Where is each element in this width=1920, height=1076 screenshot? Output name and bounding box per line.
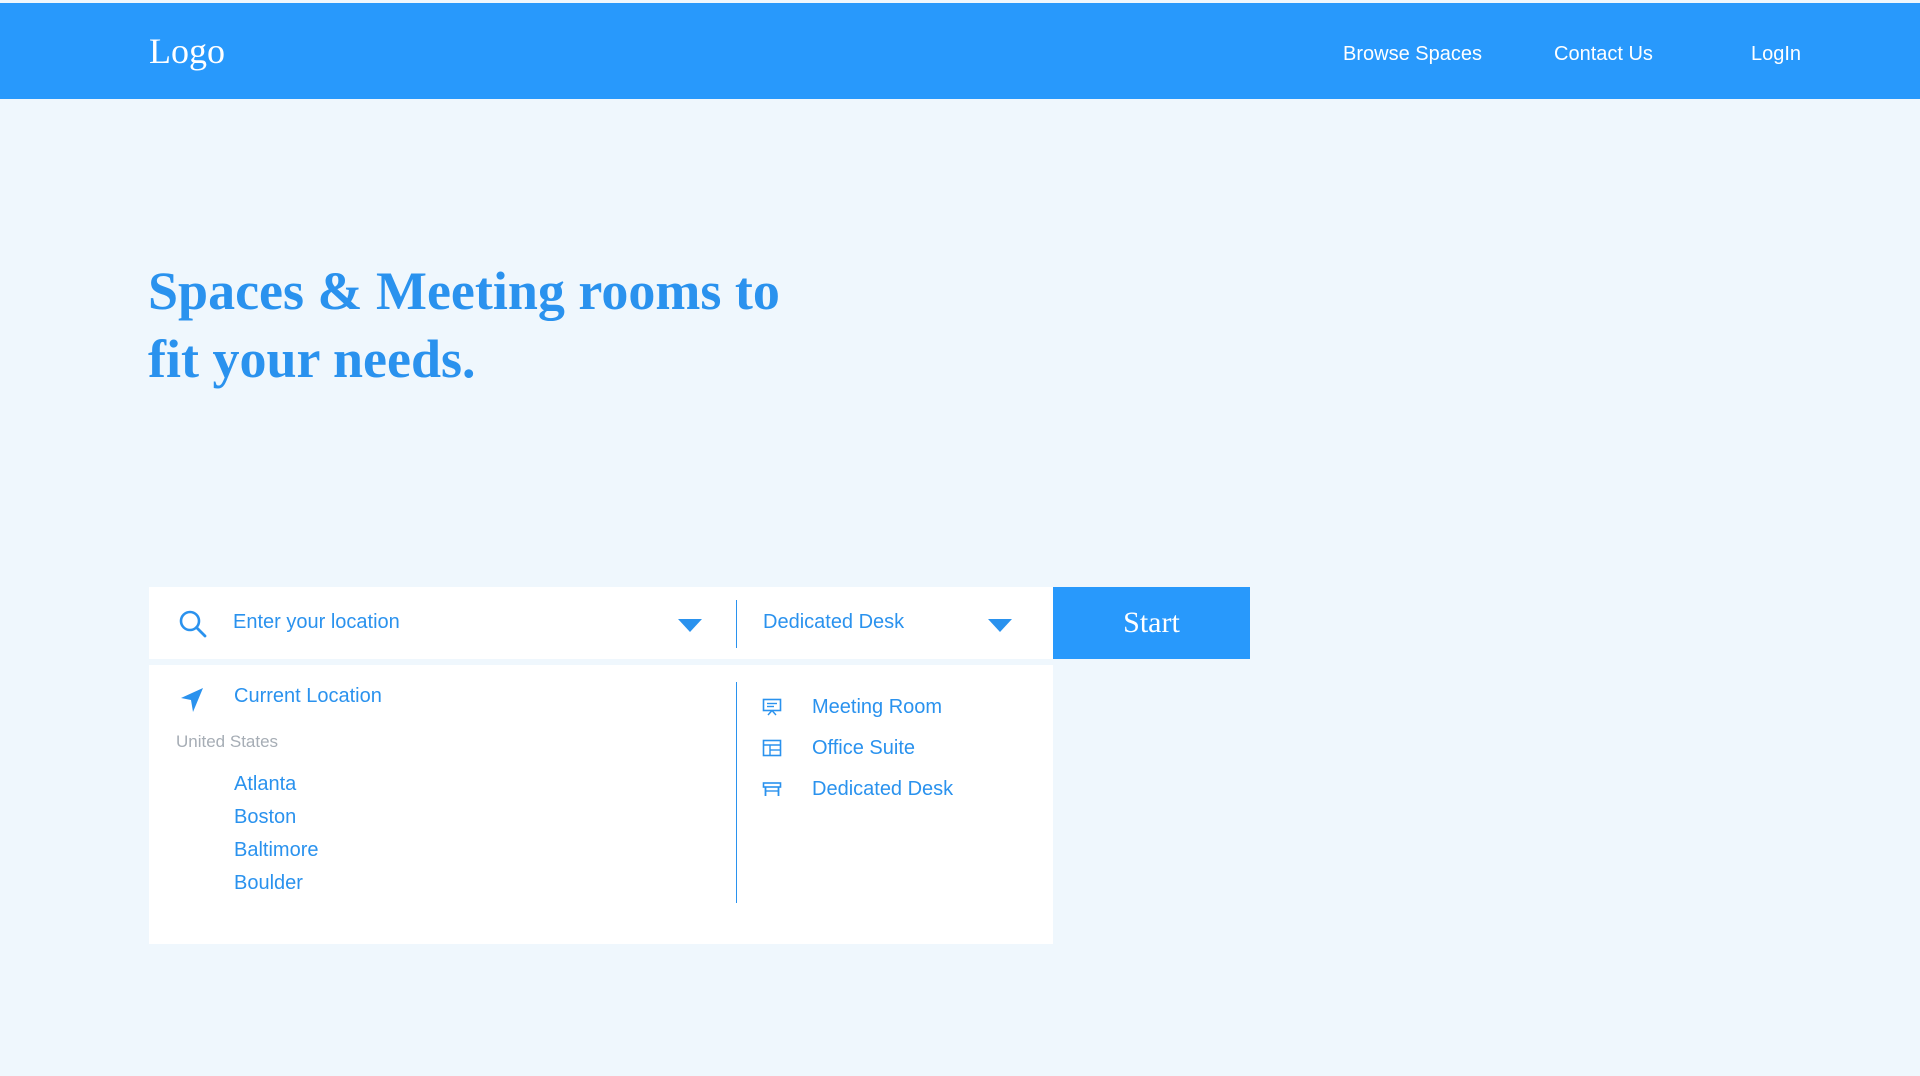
nav-contact-us[interactable]: Contact Us	[1554, 43, 1653, 66]
office-suite-icon	[762, 739, 782, 762]
search-divider	[736, 600, 737, 648]
hero-heading: Spaces & Meeting rooms to fit your needs…	[148, 257, 848, 393]
city-option-baltimore[interactable]: Baltimore	[234, 839, 318, 862]
start-button[interactable]: Start	[1053, 587, 1250, 659]
location-input[interactable]: Enter your location	[233, 611, 400, 634]
logo[interactable]: Logo	[149, 30, 225, 72]
hero-line-1: Spaces & Meeting rooms to	[148, 261, 780, 321]
search-dropdown-panel: Current Location United States Atlanta B…	[149, 665, 1053, 944]
city-option-boston[interactable]: Boston	[234, 806, 296, 829]
city-option-atlanta[interactable]: Atlanta	[234, 773, 296, 796]
dropdown-divider	[736, 682, 737, 903]
location-chevron-down-icon[interactable]	[678, 619, 702, 632]
search-icon	[178, 609, 208, 644]
type-option-office-suite[interactable]: Office Suite	[812, 737, 915, 760]
current-location-option[interactable]: Current Location	[234, 685, 382, 708]
city-option-boulder[interactable]: Boulder	[234, 872, 303, 895]
location-arrow-icon	[179, 686, 205, 719]
type-option-meeting-room[interactable]: Meeting Room	[812, 696, 942, 719]
space-type-chevron-down-icon[interactable]	[988, 619, 1012, 632]
presentation-icon	[762, 698, 782, 721]
search-bar: Enter your location Dedicated Desk	[149, 587, 1053, 659]
nav-login[interactable]: LogIn	[1751, 43, 1801, 66]
space-type-select[interactable]: Dedicated Desk	[763, 611, 904, 634]
hero-line-2: fit your needs.	[148, 329, 476, 389]
nav-browse-spaces[interactable]: Browse Spaces	[1343, 43, 1482, 66]
desk-icon	[762, 780, 782, 803]
type-option-dedicated-desk[interactable]: Dedicated Desk	[812, 778, 953, 801]
country-group-label: United States	[176, 732, 279, 751]
top-navbar: Logo Browse Spaces Contact Us LogIn	[0, 3, 1920, 99]
